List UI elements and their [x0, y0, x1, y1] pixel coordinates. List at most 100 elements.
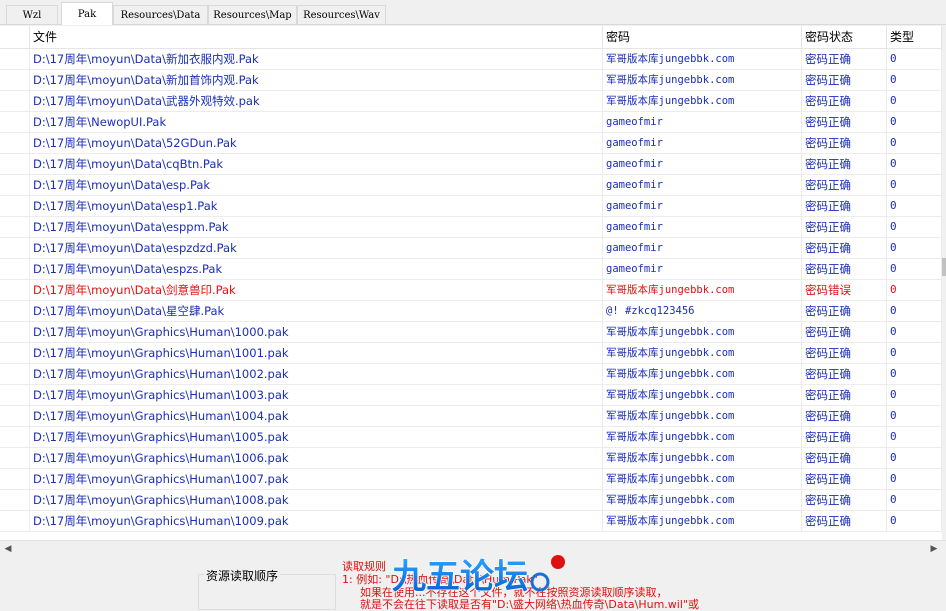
cell-file: D:\17周年\moyun\Data\星空肆.Pak [30, 301, 603, 321]
table-row[interactable]: D:\17周年\moyun\Graphics\Human\1004.pak 军哥版… [0, 406, 942, 427]
cell-indicator [0, 448, 30, 468]
table-row[interactable]: D:\17周年\moyun\Graphics\Human\1009.pak 军哥版… [0, 511, 942, 532]
cell-status: 密码正确 [802, 133, 887, 153]
scroll-left-icon[interactable]: ◀ [0, 541, 16, 557]
header-file[interactable]: 文件 [30, 26, 603, 48]
tab-resources-map[interactable]: Resources\Map [208, 5, 297, 24]
cell-status: 密码正确 [802, 490, 887, 510]
cell-type: 0 [887, 259, 942, 279]
cell-type: 0 [887, 511, 942, 531]
table-row[interactable]: D:\17周年\moyun\Data\cqBtn.Pak gameofmir 密码正… [0, 154, 942, 175]
table-row[interactable]: D:\17周年\moyun\Graphics\Human\1006.pak 军哥版… [0, 448, 942, 469]
cell-type: 0 [887, 175, 942, 195]
table-row[interactable]: D:\17周年\moyun\Data\新加首饰内观.Pak 军哥版本库jungeb… [0, 70, 942, 91]
cell-password: 军哥版本库jungebbk.com [603, 91, 802, 111]
cell-file: D:\17周年\moyun\Graphics\Human\1009.pak [30, 511, 603, 531]
tab-divider [0, 24, 946, 25]
table-row[interactable]: D:\17周年\moyun\Data\espzdzd.Pak gameofmir 密… [0, 238, 942, 259]
cell-status: 密码正确 [802, 238, 887, 258]
table-row[interactable]: D:\17周年\moyun\Data\esp.Pak gameofmir 密码正确 0 [0, 175, 942, 196]
cell-status: 密码正确 [802, 511, 887, 531]
cell-password: @! #zkcq123456 [603, 301, 802, 321]
cell-type: 0 [887, 70, 942, 90]
table-row[interactable]: D:\17周年\moyun\Graphics\Human\1005.pak 军哥版… [0, 427, 942, 448]
cell-file: D:\17周年\moyun\Graphics\Human\1000.pak [30, 322, 603, 342]
cell-indicator [0, 196, 30, 216]
cell-file: D:\17周年\moyun\Data\新加首饰内观.Pak [30, 70, 603, 90]
cell-status: 密码正确 [802, 91, 887, 111]
cell-type: 0 [887, 322, 942, 342]
cell-password: 军哥版本库jungebbk.com [603, 490, 802, 510]
table-row[interactable]: D:\17周年\moyun\Data\新加衣服内观.Pak 军哥版本库jungeb… [0, 49, 942, 70]
table-row[interactable]: D:\17周年\moyun\Data\esp1.Pak gameofmir 密码正确… [0, 196, 942, 217]
cell-indicator [0, 469, 30, 489]
cell-status: 密码正确 [802, 154, 887, 174]
cell-file: D:\17周年\moyun\Graphics\Human\1002.pak [30, 364, 603, 384]
header-indicator [0, 26, 30, 48]
cell-file: D:\17周年\moyun\Data\52GDun.Pak [30, 133, 603, 153]
header-type[interactable]: 类型 [887, 26, 942, 48]
header-status[interactable]: 密码状态 [802, 26, 887, 48]
cell-type: 0 [887, 301, 942, 321]
cell-indicator [0, 133, 30, 153]
table-row[interactable]: D:\17周年\moyun\Data\武器外观特效.pak 军哥版本库jungeb… [0, 91, 942, 112]
pak-file-table[interactable]: 文件 密码 密码状态 类型 D:\17周年\moyun\Data\新加衣服内观.… [0, 26, 942, 540]
cell-indicator [0, 490, 30, 510]
cell-status: 密码错误 [802, 280, 887, 300]
cell-status: 密码正确 [802, 469, 887, 489]
cell-password: gameofmir [603, 238, 802, 258]
cell-password: 军哥版本库jungebbk.com [603, 427, 802, 447]
cell-type: 0 [887, 343, 942, 363]
cell-type: 0 [887, 364, 942, 384]
table-row[interactable]: D:\17周年\moyun\Graphics\Human\1002.pak 军哥版… [0, 364, 942, 385]
cell-status: 密码正确 [802, 406, 887, 426]
tab-resources-wav[interactable]: Resources\Wav [297, 5, 386, 24]
cell-file: D:\17周年\moyun\Graphics\Human\1008.pak [30, 490, 603, 510]
cell-password: 军哥版本库jungebbk.com [603, 70, 802, 90]
table-row[interactable]: D:\17周年\moyun\Data\52GDun.Pak gameofmir 密码… [0, 133, 942, 154]
cell-password: 军哥版本库jungebbk.com [603, 469, 802, 489]
cell-password: gameofmir [603, 133, 802, 153]
table-row[interactable]: D:\17周年\moyun\Graphics\Human\1007.pak 军哥版… [0, 469, 942, 490]
cell-password: 军哥版本库jungebbk.com [603, 364, 802, 384]
cell-status: 密码正确 [802, 217, 887, 237]
tab-bar: Wzl Pak Resources\Data Resources\Map Res… [0, 0, 946, 26]
table-row[interactable]: D:\17周年\moyun\Data\星空肆.Pak @! #zkcq123456… [0, 301, 942, 322]
cell-indicator [0, 217, 30, 237]
cell-password: gameofmir [603, 154, 802, 174]
cell-password: 军哥版本库jungebbk.com [603, 49, 802, 69]
cell-status: 密码正确 [802, 301, 887, 321]
cell-file: D:\17周年\moyun\Graphics\Human\1004.pak [30, 406, 603, 426]
table-row[interactable]: D:\17周年\moyun\Graphics\Human\1003.pak 军哥版… [0, 385, 942, 406]
bottom-panel: 资源读取顺序 读取规则 1: 例如: "D:\热血传奇\Data\Hum.Pak… [0, 555, 946, 611]
cell-indicator [0, 112, 30, 132]
cell-password: gameofmir [603, 259, 802, 279]
vertical-scrollbar[interactable] [942, 26, 946, 540]
table-row[interactable]: D:\17周年\moyun\Data\espzs.Pak gameofmir 密码正… [0, 259, 942, 280]
cell-type: 0 [887, 112, 942, 132]
cell-password: 军哥版本库jungebbk.com [603, 343, 802, 363]
table-row[interactable]: D:\17周年\moyun\Graphics\Human\1008.pak 军哥版… [0, 490, 942, 511]
table-row[interactable]: D:\17周年\moyun\Data\剑意兽印.Pak 军哥版本库jungebbk… [0, 280, 942, 301]
tab-pak[interactable]: Pak [61, 2, 113, 25]
scroll-right-icon[interactable]: ▶ [926, 541, 942, 557]
cell-status: 密码正确 [802, 385, 887, 405]
cell-password: 军哥版本库jungebbk.com [603, 385, 802, 405]
cell-indicator [0, 49, 30, 69]
vertical-scroll-thumb[interactable] [942, 258, 946, 276]
cell-file: D:\17周年\moyun\Data\esp1.Pak [30, 196, 603, 216]
cell-indicator [0, 280, 30, 300]
table-row[interactable]: D:\17周年\moyun\Graphics\Human\1001.pak 军哥版… [0, 343, 942, 364]
table-row[interactable]: D:\17周年\moyun\Data\esppm.Pak gameofmir 密码正… [0, 217, 942, 238]
cell-file: D:\17周年\moyun\Data\cqBtn.Pak [30, 154, 603, 174]
cell-password: gameofmir [603, 217, 802, 237]
cell-status: 密码正确 [802, 427, 887, 447]
cell-type: 0 [887, 196, 942, 216]
tab-wzl[interactable]: Wzl [6, 5, 58, 24]
resource-order-title: 资源读取顺序 [204, 567, 281, 584]
cell-indicator [0, 427, 30, 447]
tab-resources-data[interactable]: Resources\Data [113, 5, 208, 24]
table-row[interactable]: D:\17周年\moyun\Graphics\Human\1000.pak 军哥版… [0, 322, 942, 343]
header-password[interactable]: 密码 [603, 26, 802, 48]
table-row[interactable]: D:\17周年\NewopUI.Pak gameofmir 密码正确 0 [0, 112, 942, 133]
